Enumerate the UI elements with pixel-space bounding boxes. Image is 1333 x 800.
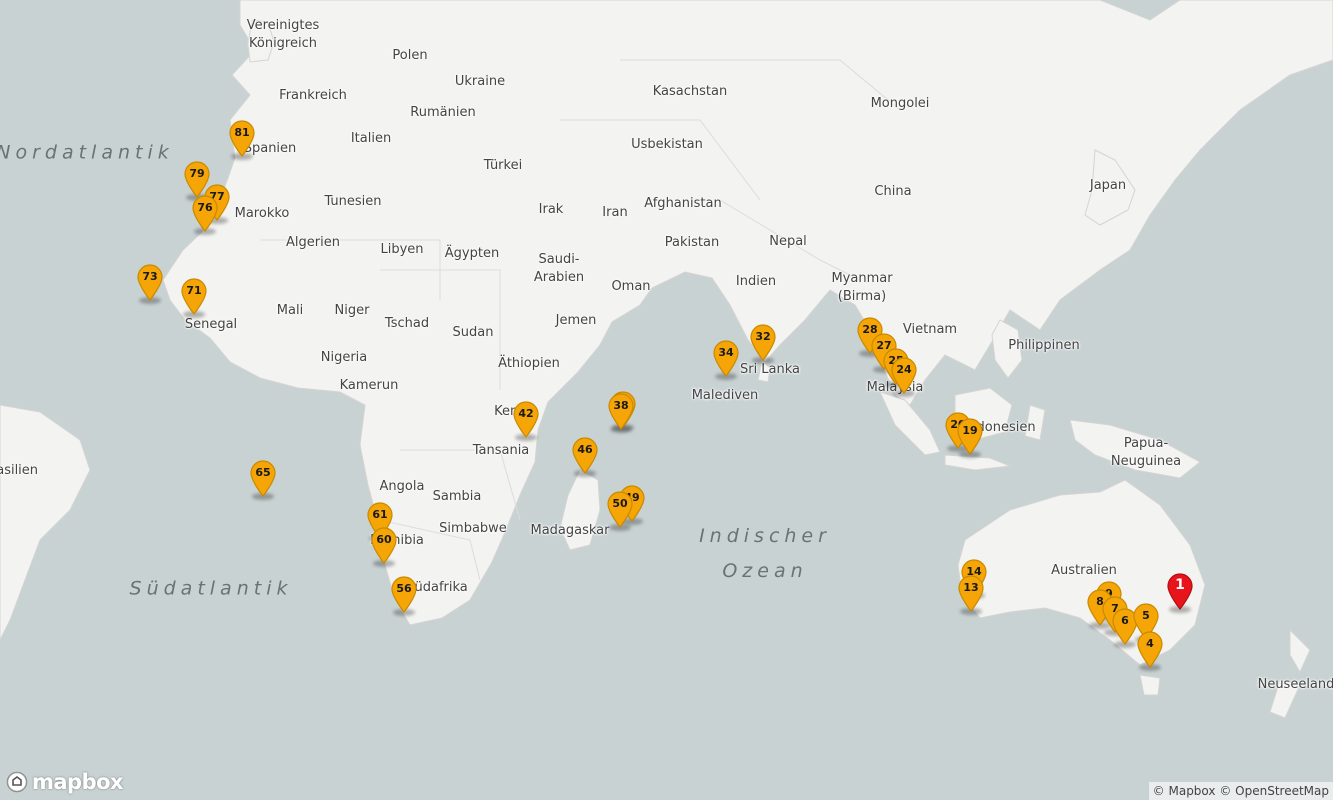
marker-label: 73 [142,270,158,283]
attribution-osm-link[interactable]: © OpenStreetMap [1219,784,1329,798]
land-tasmania [1139,674,1161,696]
marker-label: 34 [718,346,734,359]
map-marker[interactable]: 19 [956,417,984,455]
map-marker[interactable]: 76 [191,194,219,232]
marker-label: 46 [577,443,593,456]
basemap [0,0,1333,800]
map-marker-active[interactable]: 1 [1166,572,1194,610]
marker-label: 76 [197,201,213,214]
marker-label: 5 [1142,609,1150,622]
marker-label: 38 [613,399,629,412]
marker-label: 81 [234,126,250,139]
map-marker[interactable]: 65 [249,459,277,497]
map-marker[interactable]: 42 [512,400,540,438]
marker-label: 61 [372,508,388,521]
marker-label: 13 [963,581,979,594]
map-marker[interactable]: 56 [390,575,418,613]
marker-label: 71 [186,284,202,297]
attribution: © Mapbox © OpenStreetMap [1148,782,1333,800]
marker-label: 32 [755,330,771,343]
marker-label: 50 [612,497,628,510]
attribution-mapbox-link[interactable]: © Mapbox [1153,784,1216,798]
map-marker[interactable]: 13 [957,574,985,612]
marker-label: 56 [396,582,412,595]
map-marker[interactable]: 71 [180,277,208,315]
map-marker[interactable]: 46 [571,436,599,474]
map-marker[interactable]: 34 [712,339,740,377]
map-marker[interactable]: 24 [890,356,918,394]
mapbox-logo-text: mapbox [32,770,124,794]
map-marker[interactable]: 38 [607,392,635,430]
map-marker[interactable]: 4 [1136,630,1164,668]
map-canvas[interactable]: Vereinigtes Königreich Polen Ukraine Frankre… [0,0,1333,800]
marker-label: 65 [255,466,271,479]
marker-label: 19 [962,424,978,437]
marker-label: 24 [896,363,912,376]
map-marker[interactable]: 81 [228,119,256,157]
marker-label: 60 [376,533,392,546]
map-marker[interactable]: 50 [606,490,634,528]
map-marker[interactable]: 73 [136,263,164,301]
mapbox-logo[interactable]: mapbox [6,770,124,794]
map-marker[interactable]: 60 [370,526,398,564]
marker-label: 42 [518,407,534,420]
marker-label: 1 [1175,577,1185,593]
marker-label: 4 [1146,637,1154,650]
map-marker[interactable]: 32 [749,323,777,361]
marker-label: 79 [189,167,205,180]
mapbox-logo-icon [6,771,28,793]
